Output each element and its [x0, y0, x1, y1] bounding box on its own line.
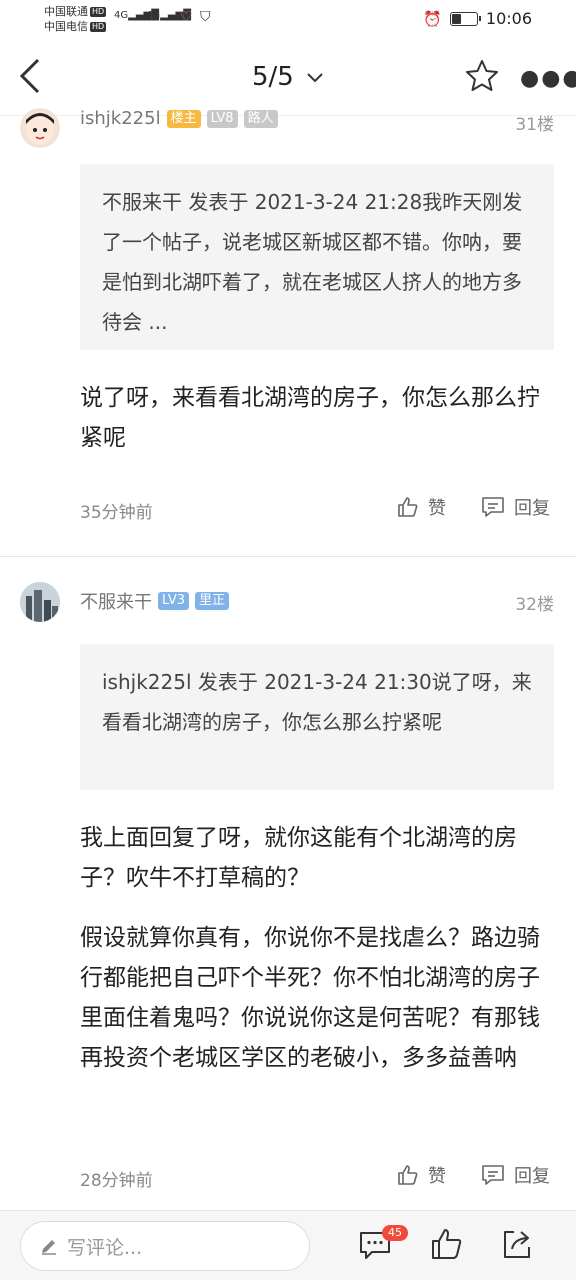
- comment-icon: [482, 497, 504, 517]
- battery-fill: [451, 13, 461, 24]
- role-tag: 里正: [194, 592, 229, 610]
- carrier-2: 中国电信: [44, 20, 88, 33]
- like-label: 赞: [428, 498, 446, 519]
- pencil-icon: [42, 1240, 56, 1255]
- post-body: 假设就算你真有，你说你不是找虐么？路边骑行都能把自己吓个半死？你不怕北湖湾的房子…: [80, 925, 540, 1071]
- health-icon: ♡: [180, 9, 193, 25]
- like-button[interactable]: 赞: [396, 494, 446, 520]
- avatar-image: [20, 582, 60, 622]
- level-tag: LV8: [206, 109, 238, 128]
- post-author: 不服来干 LV3 里正: [80, 588, 229, 614]
- like-label: 赞: [428, 1166, 446, 1187]
- reply-button[interactable]: 回复: [480, 494, 550, 520]
- post-body: 说了呀，来看看北湖湾的房子，你怎么那么拧紧呢: [80, 385, 540, 451]
- post-body: 我上面回复了呀，就你这能有个北湖湾的房子？吹牛不打草稿的？: [80, 825, 517, 891]
- reply-label: 回复: [514, 498, 550, 519]
- status-bar: 中国联通 HD 中国电信 HD 4G▂▄▆█ 4G▂▄▆█ ♡ ⛉ ⏰ 10:06: [0, 0, 576, 38]
- comment-placeholder: 写评论...: [67, 1236, 143, 1259]
- hd-badge: HD: [90, 7, 107, 17]
- thumbs-up-icon: [398, 497, 418, 517]
- avatar[interactable]: [20, 108, 60, 148]
- carrier-info: 中国联通 HD 中国电信 HD: [44, 4, 107, 34]
- status-right: ⏰ 10:06: [423, 9, 532, 28]
- floor-number: 32楼: [515, 595, 554, 615]
- comment-input[interactable]: 写评论...: [20, 1221, 310, 1271]
- reply-button[interactable]: 回复: [480, 1162, 550, 1188]
- comment-icon: [482, 1165, 504, 1185]
- hd-badge: HD: [90, 22, 107, 32]
- bottom-bar: 写评论... 45: [0, 1210, 576, 1280]
- shield-icon: ⛉: [200, 9, 211, 25]
- like-button[interactable]: 赞: [396, 1162, 446, 1188]
- quote-block[interactable]: 不服来干 发表于 2021-3-24 21:28我昨天刚发了一个帖子，说老城区新…: [80, 164, 554, 350]
- username[interactable]: ishjk225l: [80, 108, 161, 129]
- divider: [0, 556, 576, 557]
- share-icon[interactable]: [500, 1227, 534, 1261]
- post-author: ishjk225l 楼主 LV8 路人: [80, 108, 278, 129]
- page-indicator-label: 5/5: [251, 62, 294, 92]
- owner-tag: 楼主: [166, 109, 201, 128]
- floor-number: 31楼: [515, 115, 554, 135]
- star-icon[interactable]: [464, 58, 500, 94]
- role-tag: 路人: [243, 109, 278, 128]
- carrier-1: 中国联通: [44, 5, 88, 18]
- network-type: 4G: [146, 10, 161, 21]
- post-time: 28分钟前: [80, 1171, 153, 1191]
- thumbs-up-icon[interactable]: [430, 1227, 464, 1261]
- battery-icon: [449, 11, 481, 26]
- post-time: 35分钟前: [80, 503, 153, 523]
- username[interactable]: 不服来干: [80, 588, 152, 614]
- quote-block[interactable]: ishjk225l 发表于 2021-3-24 21:30说了呀，来看看北湖湾的…: [80, 644, 554, 790]
- top-nav: 5/5 ●●●: [0, 38, 576, 116]
- alarm-icon: ⏰: [423, 9, 442, 28]
- avatar-image: [26, 113, 54, 144]
- network-type: 4G: [114, 10, 129, 21]
- chevron-down-icon: [307, 72, 323, 82]
- comment-count-badge: 45: [382, 1225, 408, 1241]
- thumbs-up-icon: [398, 1165, 418, 1185]
- avatar[interactable]: [20, 582, 60, 622]
- level-tag: LV3: [158, 592, 189, 610]
- more-options-icon[interactable]: ●●●: [520, 66, 576, 91]
- clock: 10:06: [485, 9, 532, 28]
- reply-label: 回复: [514, 1166, 550, 1187]
